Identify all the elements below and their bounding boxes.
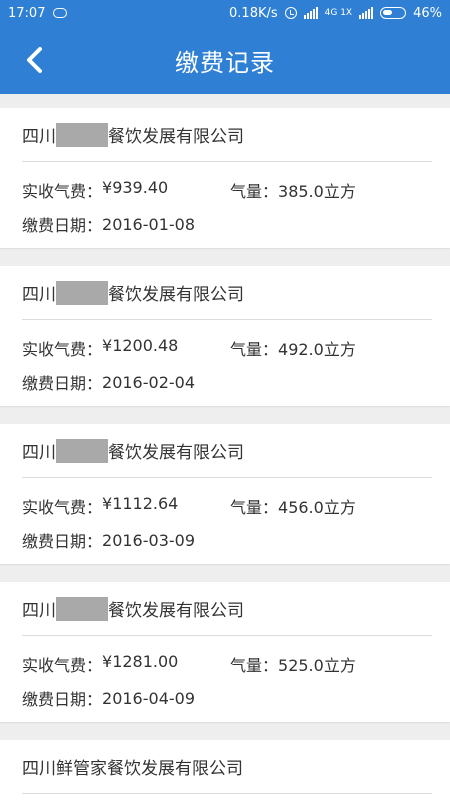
company-name: 四川鲜管家餐饮发展有限公司 [22,759,243,779]
status-time: 17:07 [8,5,46,21]
divider [22,477,432,478]
fee-volume-row: 实收气费： ¥1200.48 气量： 492.0立方 [22,336,356,359]
status-bar: 17:07 0.18K/s 4G 1X 46% [0,0,450,26]
payment-record-list[interactable]: 四川 餐饮发展有限公司 实收气费： ¥939.40 气量： 385.0立方 缴费… [0,94,450,800]
app-bar: 缴费记录 [0,26,450,94]
record-card[interactable]: 四川 餐饮发展有限公司 实收气费： ¥1200.48 气量： 492.0立方 缴… [0,266,450,406]
alarm-icon [284,7,297,19]
battery-text: 46% [413,5,442,21]
date-row: 缴费日期： 2016-01-08 [22,214,195,236]
divider [22,161,432,162]
page-title: 缴费记录 [175,48,275,77]
masked-name [56,438,108,463]
masked-name [56,596,108,621]
divider [22,319,432,320]
company-name: 四川 餐饮发展有限公司 [22,424,432,477]
chevron-left-icon [27,47,42,73]
status-right: 0.18K/s 4G 1X 46% [229,6,442,21]
signal-icon-2 [359,7,374,19]
date-row: 缴费日期： 2016-04-09 [22,688,195,710]
record-card[interactable]: 四川 餐饮发展有限公司 实收气费： ¥1281.00 气量： 525.0立方 缴… [0,582,450,722]
status-left: 17:07 [8,5,68,21]
divider [22,793,432,794]
battery-icon [380,7,407,19]
masked-name [56,280,108,305]
fee-volume-row: 实收气费： ¥939.40 气量： 385.0立方 [22,178,356,201]
record-card[interactable]: 四川 餐饮发展有限公司 实收气费： ¥1112.64 气量： 456.0立方 缴… [0,424,450,564]
record-card[interactable]: 四川 餐饮发展有限公司 实收气费： ¥939.40 气量： 385.0立方 缴费… [0,108,450,248]
network-badge: 4G 1X [324,8,353,18]
fee-volume-row: 实收气费： ¥1112.64 气量： 456.0立方 [22,494,356,517]
company-name: 四川 餐饮发展有限公司 [22,266,432,319]
company-name: 四川 餐饮发展有限公司 [22,108,432,161]
date-row: 缴费日期： 2016-03-09 [22,530,195,552]
cloud-icon [53,8,68,18]
network-speed: 0.18K/s [229,5,278,21]
masked-name [56,122,108,147]
date-row: 缴费日期： 2016-02-04 [22,372,195,394]
company-name: 四川 餐饮发展有限公司 [22,582,432,635]
divider [22,635,432,636]
signal-icon [303,7,318,19]
record-card[interactable]: 四川鲜管家餐饮发展有限公司 [0,740,450,800]
back-button[interactable] [14,38,54,82]
fee-volume-row: 实收气费： ¥1281.00 气量： 525.0立方 [22,652,356,675]
